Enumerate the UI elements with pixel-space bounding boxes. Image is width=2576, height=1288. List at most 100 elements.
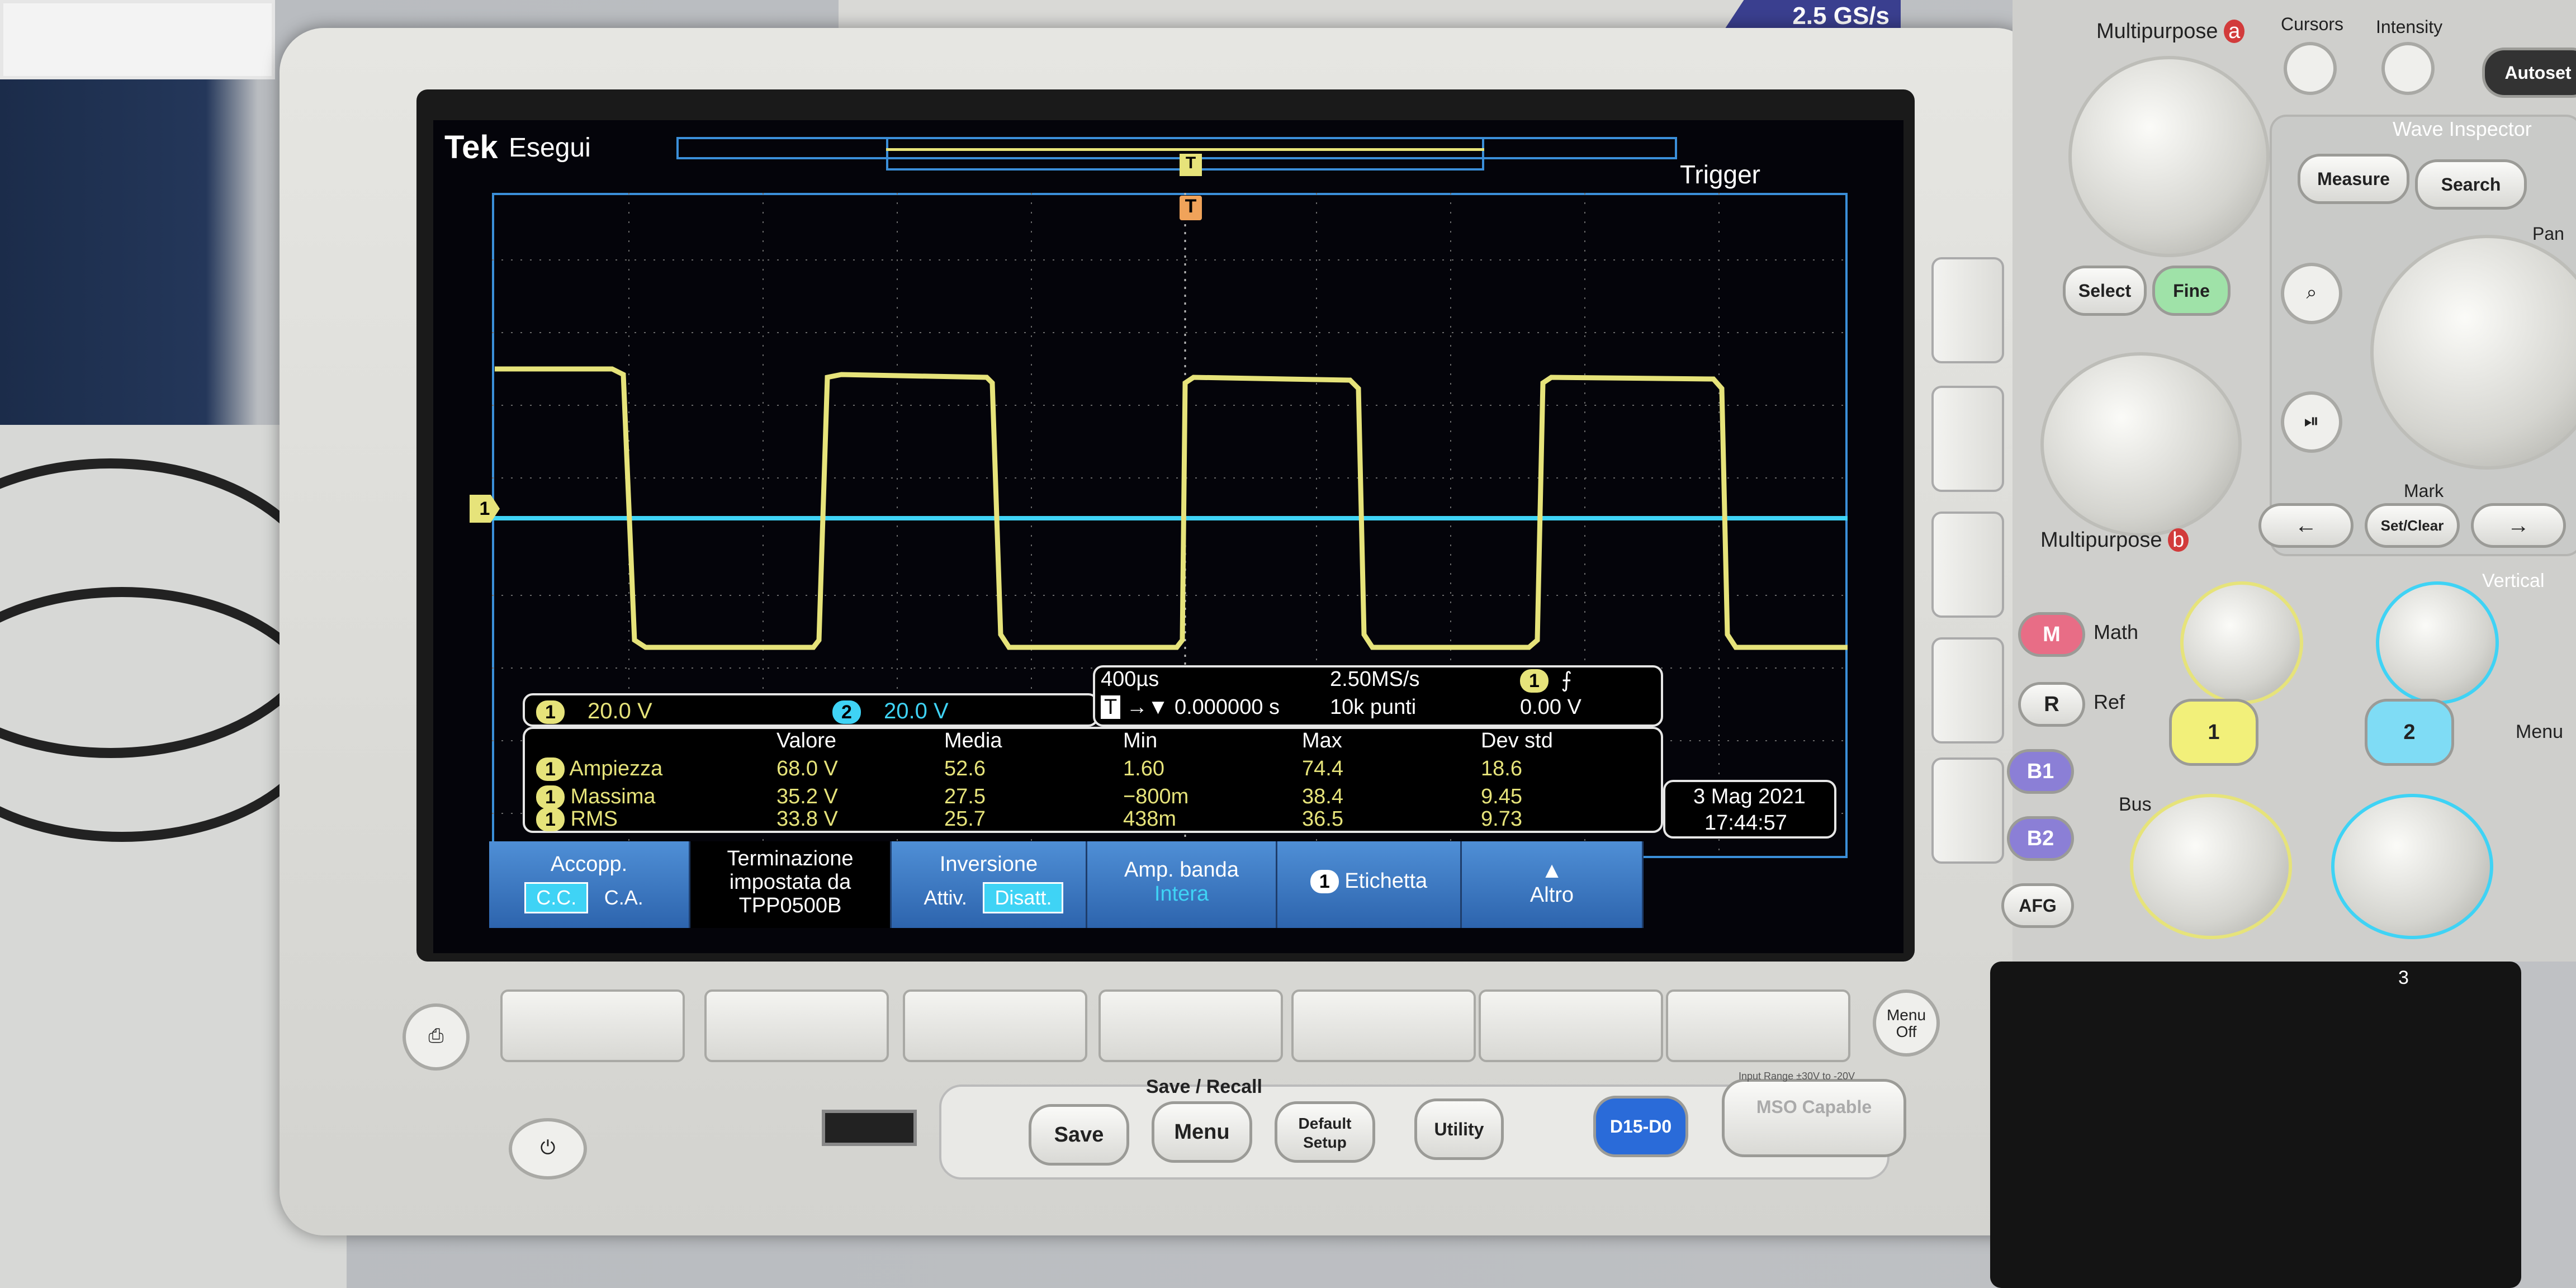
bottom-bezel-button-5[interactable] (1291, 989, 1476, 1062)
trigger-position-value: 0.000000 s (1174, 695, 1280, 719)
menu-coupling[interactable]: Accopp. C.C. C.A. (489, 841, 690, 928)
channel-1-position-knob[interactable] (2180, 581, 2303, 704)
digital-channels-button[interactable]: D15-D0 (1593, 1096, 1688, 1157)
afg-button[interactable]: AFG (2001, 883, 2074, 928)
menu-bandwidth[interactable]: Amp. banda Intera (1087, 841, 1277, 928)
menu-more[interactable]: ▲ Altro (1462, 841, 1644, 928)
meas-header-stddev: Dev std (1481, 729, 1553, 752)
time-per-div: 400µs (1101, 667, 1159, 691)
bus-b1-button[interactable]: B1 (2007, 749, 2074, 794)
bottom-bezel-button-6[interactable] (1479, 989, 1663, 1062)
select-button[interactable]: Select (2063, 266, 2147, 316)
meas-stddev: 18.6 (1481, 757, 1522, 780)
channel-scale-panel: 1 20.0 V 2 20.0 V (523, 693, 1098, 727)
date: 3 Mag 2021 (1693, 785, 1806, 808)
multipurpose-a-label: Multipurpose a (2096, 20, 2245, 44)
trigger-position-icon: T (1101, 695, 1121, 719)
math-label: Math (2094, 621, 2139, 643)
power-button[interactable]: ⏻ (509, 1118, 587, 1180)
menu-invert-on[interactable]: Attiv. (914, 884, 977, 912)
mark-label: Mark (2404, 481, 2444, 501)
channel-menu-label: Menu (2516, 721, 2564, 742)
meas-header-max: Max (1302, 729, 1342, 752)
multipurpose-a-text: Multipurpose (2096, 20, 2218, 43)
ref-button[interactable]: R (2018, 682, 2085, 727)
measurements-panel: Valore Media Min Max Dev std 1 Ampiezza … (523, 727, 1663, 833)
channel-1-scale-knob[interactable] (2130, 794, 2292, 939)
set-clear-button[interactable]: Set/Clear (2365, 503, 2460, 548)
side-menu-button-4[interactable] (1931, 637, 2004, 744)
meas-mean: 27.5 (944, 785, 986, 808)
measure-button[interactable]: Measure (2298, 154, 2409, 204)
meas-header-mean: Media (944, 729, 1002, 752)
menu-invert-off[interactable]: Disatt. (983, 882, 1064, 913)
bottom-bezel-button-4[interactable] (1098, 989, 1283, 1062)
save-recall-menu-button[interactable]: Menu (1152, 1101, 1252, 1163)
channel-1-scale[interactable]: 1 20.0 V (536, 699, 652, 724)
menu-off-button[interactable]: Menu Off (1873, 989, 1940, 1057)
channel-1-trace (495, 366, 1848, 650)
datetime-panel: 3 Mag 2021 17:44:57 (1663, 780, 1836, 839)
channel-2-button[interactable]: 2 (2365, 699, 2454, 766)
save-button[interactable]: Save (1029, 1104, 1129, 1166)
channel-2-scale[interactable]: 2 20.0 V (832, 699, 949, 724)
probe-connector-2 (2208, 962, 2521, 1288)
menu-coupling-dc[interactable]: C.C. (524, 882, 589, 913)
play-pause-button[interactable]: ⏯ (2281, 391, 2342, 453)
bottom-bezel-button-3[interactable] (903, 989, 1087, 1062)
channel-2-position-knob[interactable] (2376, 581, 2499, 704)
intensity-button[interactable] (2381, 42, 2435, 95)
meas-row-label: 1 Massima (536, 785, 656, 809)
menu-label-title: Etichetta (1344, 869, 1428, 893)
side-menu-button-1[interactable] (1931, 257, 2004, 363)
meas-mean: 52.6 (944, 757, 986, 780)
zoom-icon: ⌕ (2306, 282, 2317, 303)
menu-invert-title: Inversione (939, 853, 1038, 876)
side-menu-button-5[interactable] (1931, 757, 2004, 864)
print-button[interactable]: ⎙ (402, 1003, 470, 1071)
meas-name: Ampiezza (569, 757, 663, 780)
menu-invert[interactable]: Inversione Attiv. Disatt. (892, 841, 1087, 928)
zoom-button[interactable]: ⌕ (2281, 263, 2342, 324)
channel-1-chip: 1 (536, 700, 565, 724)
arrow-left-icon: ← (2295, 513, 2317, 538)
record-length: 10k punti (1330, 695, 1417, 719)
autoset-button[interactable]: Autoset (2482, 48, 2576, 98)
channel-2-scale-knob[interactable] (2331, 794, 2493, 939)
meas-stddev: 9.73 (1481, 807, 1522, 831)
bottom-bezel-button-7[interactable] (1666, 989, 1850, 1062)
menu-coupling-ac[interactable]: C.A. (594, 884, 654, 912)
channel-1-button[interactable]: 1 (2169, 699, 2258, 766)
mark-next-button[interactable]: → (2471, 503, 2566, 548)
search-button[interactable]: Search (2415, 159, 2527, 210)
meas-header-min: Min (1123, 729, 1158, 752)
utility-button[interactable]: Utility (1414, 1098, 1504, 1160)
channel-1-scale-value: 20.0 V (588, 699, 652, 723)
side-menu-button-2[interactable] (1931, 386, 2004, 492)
bottom-menu: Accopp. C.C. C.A. Terminazione impostata… (489, 841, 1699, 928)
mark-previous-button[interactable]: ← (2258, 503, 2354, 548)
play-pause-icon: ⏯ (2304, 410, 2319, 432)
meas-max: 36.5 (1302, 807, 1343, 831)
meas-channel-chip: 1 (536, 785, 565, 809)
bus-b2-button[interactable]: B2 (2007, 816, 2074, 861)
menu-termination[interactable]: Terminazione impostata da TPP0500B (690, 841, 892, 928)
multipurpose-b-knob[interactable] (2040, 352, 2242, 537)
default-setup-button[interactable]: Default Setup (1275, 1101, 1375, 1163)
trigger-position: T →▼ 0.000000 s (1101, 695, 1280, 719)
side-menu-button-3[interactable] (1931, 512, 2004, 618)
meas-min: −800m (1123, 785, 1189, 808)
trigger-level: 0.00 V (1520, 695, 1581, 719)
multipurpose-a-knob[interactable] (2068, 56, 2270, 257)
cursors-button[interactable] (2284, 42, 2337, 95)
meas-row-label: 1 Ampiezza (536, 757, 662, 781)
bottom-bezel-button-1[interactable] (500, 989, 685, 1062)
pan-label: Pan (2532, 224, 2564, 244)
fine-button[interactable]: Fine (2152, 266, 2231, 316)
bottom-bezel-button-2[interactable] (704, 989, 889, 1062)
menu-bandwidth-title: Amp. banda (1124, 858, 1239, 882)
mso-capable-badge: MSO Capable (1722, 1079, 1906, 1157)
menu-termination-title: Terminazione impostata da TPP0500B (727, 847, 854, 917)
menu-label[interactable]: 1 Etichetta (1277, 841, 1462, 928)
math-button[interactable]: M (2018, 612, 2085, 657)
